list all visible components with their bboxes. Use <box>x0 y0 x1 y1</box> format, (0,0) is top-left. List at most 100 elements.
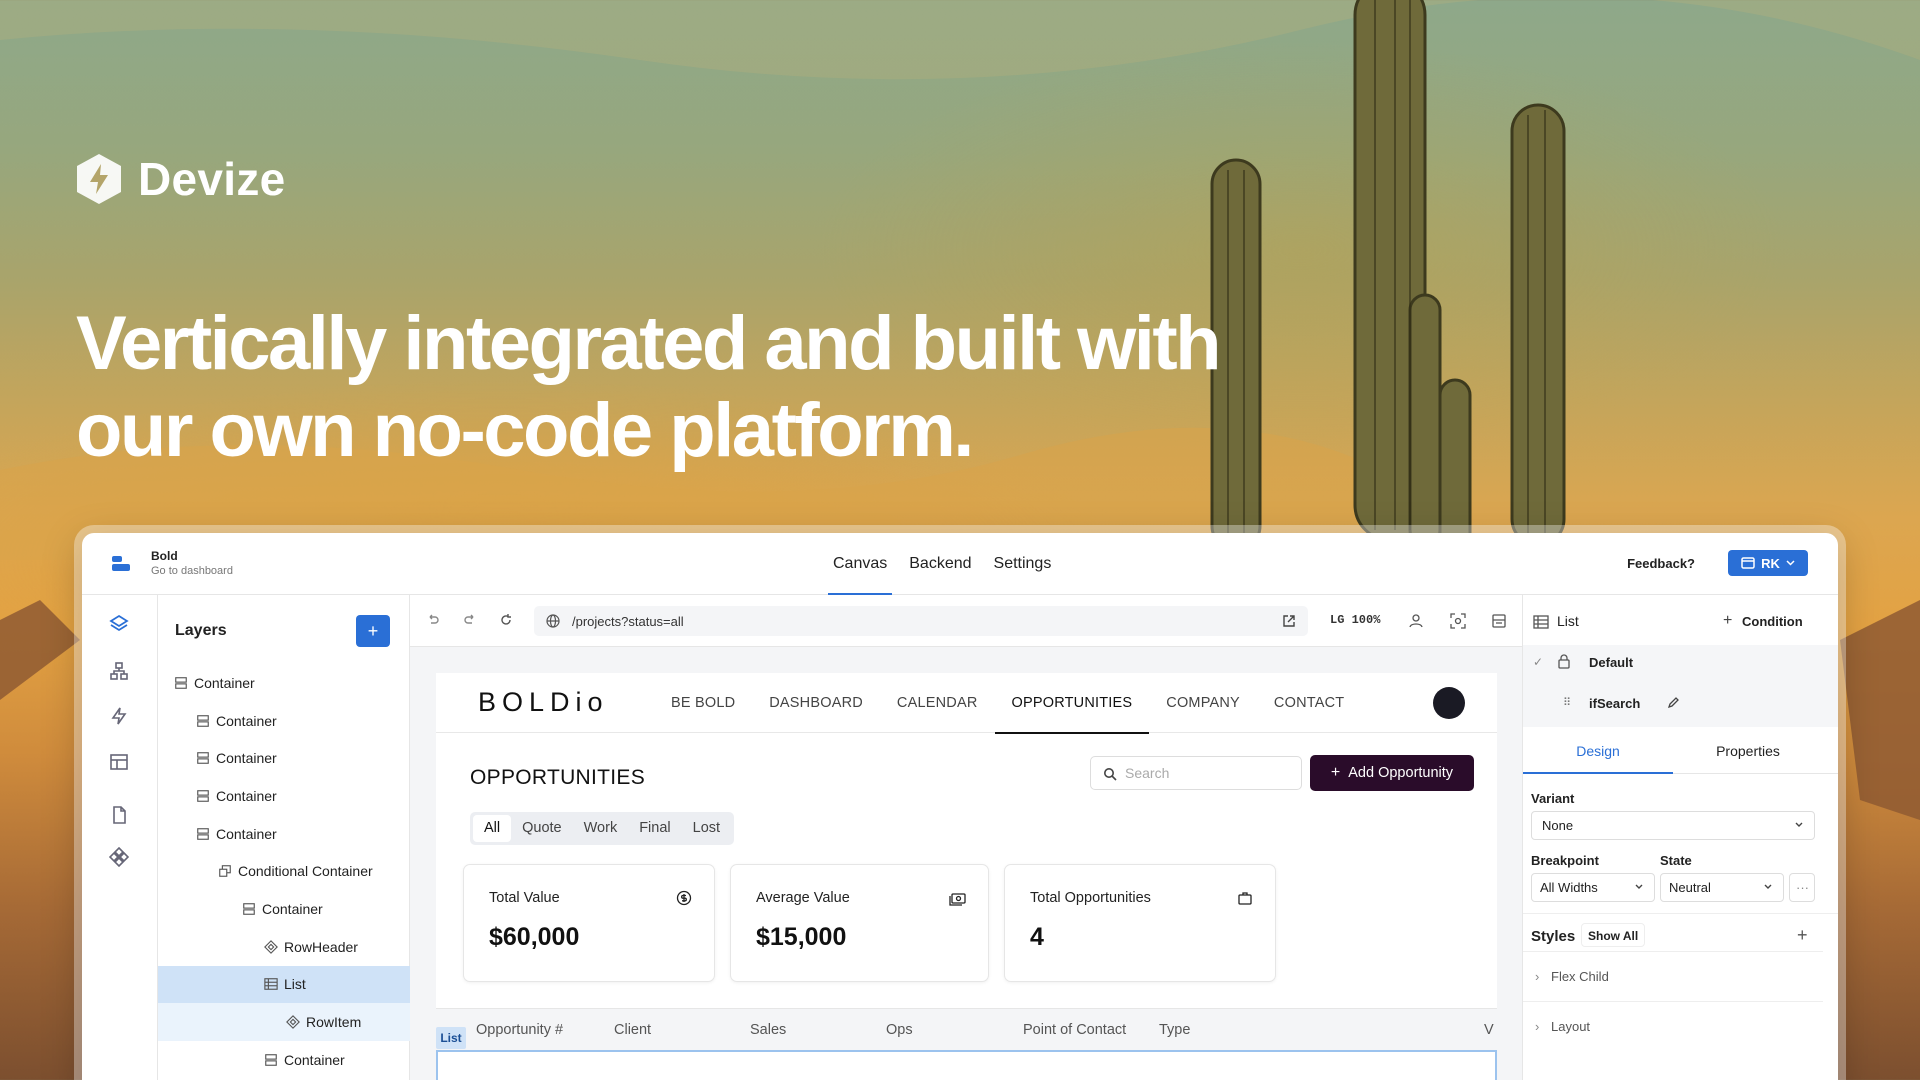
preview-logo[interactable]: BOLDio <box>478 687 609 718</box>
add-condition-button[interactable]: Condition <box>1742 614 1803 629</box>
tab-properties[interactable]: Properties <box>1673 728 1823 774</box>
open-external-icon[interactable] <box>1282 614 1296 628</box>
nav-company[interactable]: COMPANY <box>1149 673 1257 733</box>
section-flex-child[interactable]: › Flex Child <box>1523 951 1823 1001</box>
layer-item[interactable]: Container <box>158 777 410 815</box>
column-header[interactable]: Type <box>1159 1022 1190 1038</box>
headline-line-2: our own no-code platform. <box>76 388 974 473</box>
nav-opportunities[interactable]: OPPORTUNITIES <box>994 673 1150 734</box>
layer-item[interactable]: Container <box>158 1041 410 1079</box>
pencil-icon[interactable] <box>1667 696 1680 709</box>
component-icon[interactable] <box>106 844 132 870</box>
avatar[interactable] <box>1433 687 1465 719</box>
nav-dashboard[interactable]: DASHBOARD <box>752 673 880 733</box>
selected-list-outline[interactable] <box>436 1050 1497 1080</box>
container-icon <box>197 752 209 765</box>
window-icon <box>1741 557 1755 569</box>
layer-item[interactable]: List <box>158 965 410 1004</box>
column-header[interactable]: V <box>1484 1022 1494 1038</box>
element-name: List <box>1557 613 1579 629</box>
nav-calendar[interactable]: CALENDAR <box>880 673 995 733</box>
state-default[interactable]: Default <box>1589 655 1633 670</box>
add-opportunity-button[interactable]: + Add Opportunity <box>1310 755 1474 791</box>
page-icon[interactable] <box>106 802 132 828</box>
section-layout[interactable]: › Layout <box>1523 1001 1823 1051</box>
nav-be-bold[interactable]: BE BOLD <box>654 673 752 733</box>
project-switcher[interactable]: Bold Go to dashboard <box>151 549 233 579</box>
column-header[interactable]: Opportunity # <box>476 1022 563 1038</box>
tab-design[interactable]: Design <box>1523 728 1673 774</box>
layer-item[interactable]: RowItem <box>158 1003 410 1041</box>
stat-value: $60,000 <box>489 923 580 951</box>
nav-contact[interactable]: CONTACT <box>1257 673 1361 733</box>
column-header[interactable]: Ops <box>886 1022 913 1038</box>
app-logo-icon[interactable] <box>110 551 136 577</box>
layer-item-label: Container <box>262 900 323 917</box>
component-icon <box>264 939 278 954</box>
state-list: ✓ Default ⠿ ifSearch <box>1523 645 1838 727</box>
state-ifsearch[interactable]: ifSearch <box>1589 696 1640 711</box>
refresh-icon[interactable] <box>499 613 513 627</box>
dollar-icon <box>676 890 692 906</box>
feedback-link[interactable]: Feedback? <box>1627 556 1695 571</box>
tab-backend[interactable]: Backend <box>898 533 982 595</box>
layer-item[interactable]: Container <box>158 890 410 928</box>
breakpoint-zoom[interactable]: LG 100% <box>1330 613 1380 627</box>
filter-final[interactable]: Final <box>628 815 681 842</box>
redo-icon[interactable] <box>463 613 477 627</box>
user-menu-button[interactable]: RK <box>1728 550 1808 576</box>
layers-title: Layers <box>175 622 227 639</box>
add-layer-button[interactable]: + <box>356 615 390 647</box>
focus-icon[interactable] <box>1450 613 1466 629</box>
devize-logo-icon <box>77 154 121 204</box>
chevron-down-icon <box>1795 822 1803 827</box>
layers-icon[interactable] <box>106 611 132 637</box>
drag-handle-icon[interactable]: ⠿ <box>1563 696 1571 709</box>
url-input[interactable]: /projects?status=all <box>534 606 1308 636</box>
headline-line-1: Vertically integrated and built with <box>76 301 1222 386</box>
breakpoint-select[interactable]: All Widths <box>1531 873 1655 902</box>
layer-item[interactable]: Conditional Container <box>158 852 410 890</box>
state-select[interactable]: Neutral <box>1660 873 1784 902</box>
add-style-button[interactable]: + <box>1797 925 1808 946</box>
filter-quote[interactable]: Quote <box>511 815 573 842</box>
hierarchy-icon[interactable] <box>106 658 132 684</box>
variant-select[interactable]: None <box>1531 811 1815 840</box>
plus-icon[interactable]: + <box>1723 612 1732 630</box>
container-icon <box>197 827 209 840</box>
more-options-button[interactable]: ··· <box>1789 873 1815 902</box>
undo-icon[interactable] <box>426 613 440 627</box>
search-input[interactable]: Search <box>1090 756 1302 790</box>
filter-lost[interactable]: Lost <box>682 815 731 842</box>
layer-item-label: Container <box>216 825 277 842</box>
chevron-right-icon: › <box>1535 1019 1540 1034</box>
canvas-toolbar: /projects?status=all LG 100% <box>410 595 1522 647</box>
column-header[interactable]: Sales <box>750 1022 786 1038</box>
data-table-icon[interactable] <box>106 749 132 775</box>
table-header: Opportunity # Client Sales Ops Point of … <box>436 1008 1497 1050</box>
users-icon[interactable] <box>1408 613 1424 629</box>
preview-nav-links: BE BOLD DASHBOARD CALENDAR OPPORTUNITIES… <box>654 673 1361 734</box>
layer-item[interactable]: Container <box>158 702 410 740</box>
layer-item[interactable]: Container <box>158 664 410 702</box>
state-label: State <box>1660 853 1692 868</box>
column-header[interactable]: Client <box>614 1022 651 1038</box>
layer-item[interactable]: RowHeader <box>158 928 410 966</box>
filter-work[interactable]: Work <box>573 815 629 842</box>
layer-item-label: Container <box>216 712 277 729</box>
tab-canvas[interactable]: Canvas <box>822 533 898 595</box>
column-header[interactable]: Point of Contact <box>1023 1022 1126 1038</box>
layer-item[interactable]: Container <box>158 815 410 853</box>
canvas-area: /projects?status=all LG 100% BOLDio BE B… <box>410 595 1522 1080</box>
layers-panel: Layers + Container Container Container Cont… <box>158 595 410 1080</box>
headline: Vertically integrated and built with our… <box>76 300 1276 474</box>
container-icon <box>197 714 209 727</box>
layer-item-label: Container <box>194 674 255 691</box>
panel-icon[interactable] <box>1491 613 1507 629</box>
lightning-icon[interactable] <box>106 703 132 729</box>
tab-settings[interactable]: Settings <box>983 533 1063 595</box>
filter-all[interactable]: All <box>473 815 512 842</box>
page-title: OPPORTUNITIES <box>470 766 646 789</box>
show-all-button[interactable]: Show All <box>1581 923 1646 947</box>
layer-item[interactable]: Container <box>158 739 410 777</box>
